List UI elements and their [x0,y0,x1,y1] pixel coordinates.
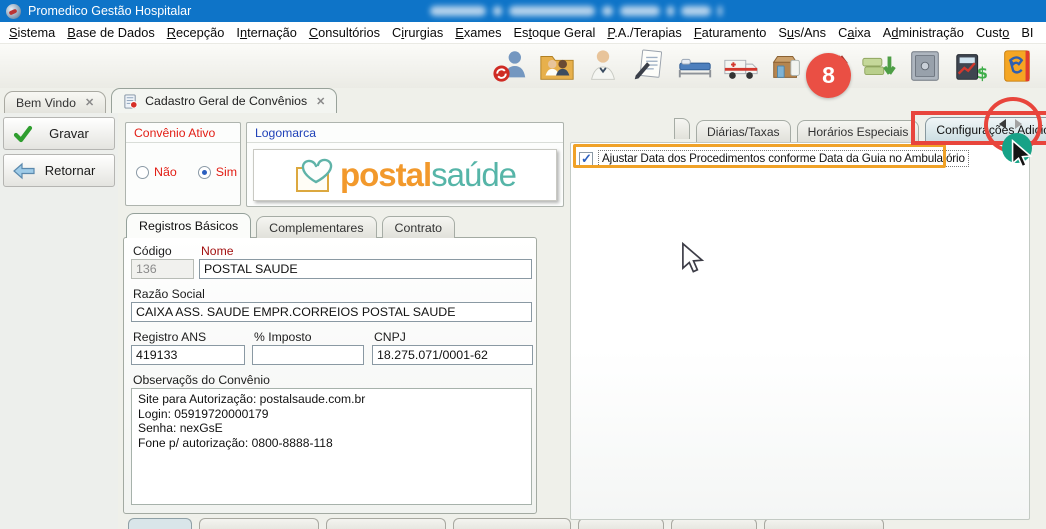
contract-document-icon[interactable] [630,47,668,85]
tab-bem-vindo[interactable]: Bem Vindo ✕ [4,91,106,113]
app-window: Promedico Gestão Hospitalar Sistema Base… [0,0,1046,529]
svg-text:$: $ [977,63,988,82]
radio-sim[interactable]: Sim [198,165,237,179]
tab-stub-partial[interactable] [674,118,690,139]
bottom-stub[interactable] [199,518,319,529]
tab-complementares[interactable]: Complementares [256,216,376,238]
convenio-ativo-group: Convênio Ativo Não Sim [125,122,241,206]
ambulance-icon[interactable] [722,47,760,85]
brand-saude: saúde [431,156,516,194]
razao-social-field[interactable] [131,302,532,322]
configuracoes-adicionais-panel: ✓ Ajustar Data dos Procedimentos conform… [570,142,1030,520]
registro-ans-field[interactable] [131,345,245,365]
menu-sistema[interactable]: Sistema [3,23,61,42]
bottom-stub[interactable] [326,518,446,529]
hospital-bed-icon[interactable] [676,47,714,85]
detail-tab-bar: Registros Básicos Complementares Contrat… [126,213,460,238]
users-sync-icon[interactable] [492,47,530,85]
close-icon[interactable]: ✕ [316,95,325,108]
safe-icon[interactable] [906,47,944,85]
registros-basicos-panel: Código Nome Razão Social Registro ANS % … [123,237,537,514]
main-content: Convênio Ativo Não Sim Logomarca [118,113,1046,529]
document-badge-icon [123,94,138,109]
menu-estoque-geral[interactable]: Estoque Geral [508,23,602,42]
checkbox-checked-icon[interactable]: ✓ [579,152,593,166]
menu-bar: Sistema Base de Dados Recepção Internaçã… [0,22,1046,44]
menu-sus-ans[interactable]: Sus/Ans [772,23,832,42]
menu-base-de-dados[interactable]: Base de Dados [61,23,161,42]
document-tab-bar: Bem Vindo ✕ Cadastro Geral de Convênios … [0,88,1046,113]
bottom-stub[interactable] [453,518,571,529]
close-icon[interactable]: ✕ [85,96,94,109]
imposto-field[interactable] [252,345,364,365]
menu-pa-terapias[interactable]: P.A./Terapias [601,23,687,42]
codigo-field [131,259,194,279]
menu-custo[interactable]: Custo [970,23,1015,42]
brand-postal: postal [340,156,431,194]
menu-recepcao[interactable]: Recepção [161,23,231,42]
registro-ans-label: Registro ANS [133,330,206,344]
nome-field[interactable] [199,259,532,279]
observacoes-label: Observaçõs do Convênio [133,373,270,387]
menu-consultorios[interactable]: Consultórios [303,23,386,42]
menu-internacao[interactable]: Internação [230,23,303,42]
cnpj-field[interactable] [372,345,533,365]
arrow-left-icon [13,162,35,180]
razao-social-label: Razão Social [133,287,205,301]
tab-horarios-especiais[interactable]: Horários Especiais [797,120,920,142]
tab-cadastro-convenios[interactable]: Cadastro Geral de Convênios ✕ [111,88,337,113]
envelope-heart-icon [294,154,340,196]
menu-faturamento[interactable]: Faturamento [688,23,773,42]
codigo-label: Código [133,244,172,258]
back-button[interactable]: Retornar [3,154,115,187]
action-sidebar: Gravar Retornar [0,113,118,529]
logomarca-group: Logomarca postal saúde [246,122,564,207]
phone-book-icon[interactable] [998,47,1036,85]
patients-folder-icon[interactable] [538,47,576,85]
imposto-label: % Imposto [254,330,312,344]
payments-down-icon[interactable] [860,47,898,85]
stock-supplies-icon[interactable] [768,47,806,85]
tab-contrato[interactable]: Contrato [382,216,456,238]
save-button-label: Gravar [33,126,105,141]
ajustar-data-label: Ajustar Data dos Procedimentos conforme … [598,150,969,167]
finance-calculator-icon[interactable]: $ [952,47,990,85]
menu-cirurgias[interactable]: Cirurgias [386,23,449,42]
save-button[interactable]: Gravar [3,117,115,150]
menu-exames[interactable]: Exames [449,23,507,42]
cnpj-label: CNPJ [374,330,406,344]
mouse-cursor-icon [681,242,705,274]
radio-nao[interactable]: Não [136,165,177,179]
menu-caixa[interactable]: Caixa [832,23,877,42]
title-bar: Promedico Gestão Hospitalar [0,0,1046,22]
radio-nao-label: Não [154,165,177,179]
doctor-icon[interactable] [584,47,622,85]
logo-image: postal saúde [253,149,557,201]
tab-registros-basicos[interactable]: Registros Básicos [126,213,251,238]
ajustar-data-row[interactable]: ✓ Ajustar Data dos Procedimentos conform… [579,150,969,167]
toolbar: $ [0,44,1046,88]
tab-cadastro-label: Cadastro Geral de Convênios [145,94,307,108]
radio-selected-icon[interactable] [198,166,211,179]
step-badge-8: 8 [806,53,851,98]
back-button-label: Retornar [35,163,105,178]
check-icon [13,124,33,144]
tab-diarias-taxas[interactable]: Diárias/Taxas [696,120,791,142]
redacted-title-info [430,4,722,17]
logomarca-title: Logomarca [247,123,563,143]
bottom-stub[interactable] [128,518,192,529]
mouse-cursor-icon [1011,139,1033,169]
radio-sim-label: Sim [216,165,237,179]
observacoes-field[interactable]: Site para Autorização: postalsaude.com.b… [131,388,532,505]
tab-bem-vindo-label: Bem Vindo [16,96,76,110]
menu-bi[interactable]: BI [1015,23,1039,42]
radio-icon[interactable] [136,166,149,179]
app-logo-icon [6,4,21,19]
convenio-ativo-title: Convênio Ativo [126,123,240,143]
nome-label: Nome [201,244,234,258]
menu-administracao[interactable]: Administração [877,23,970,42]
window-title: Promedico Gestão Hospitalar [28,4,191,18]
